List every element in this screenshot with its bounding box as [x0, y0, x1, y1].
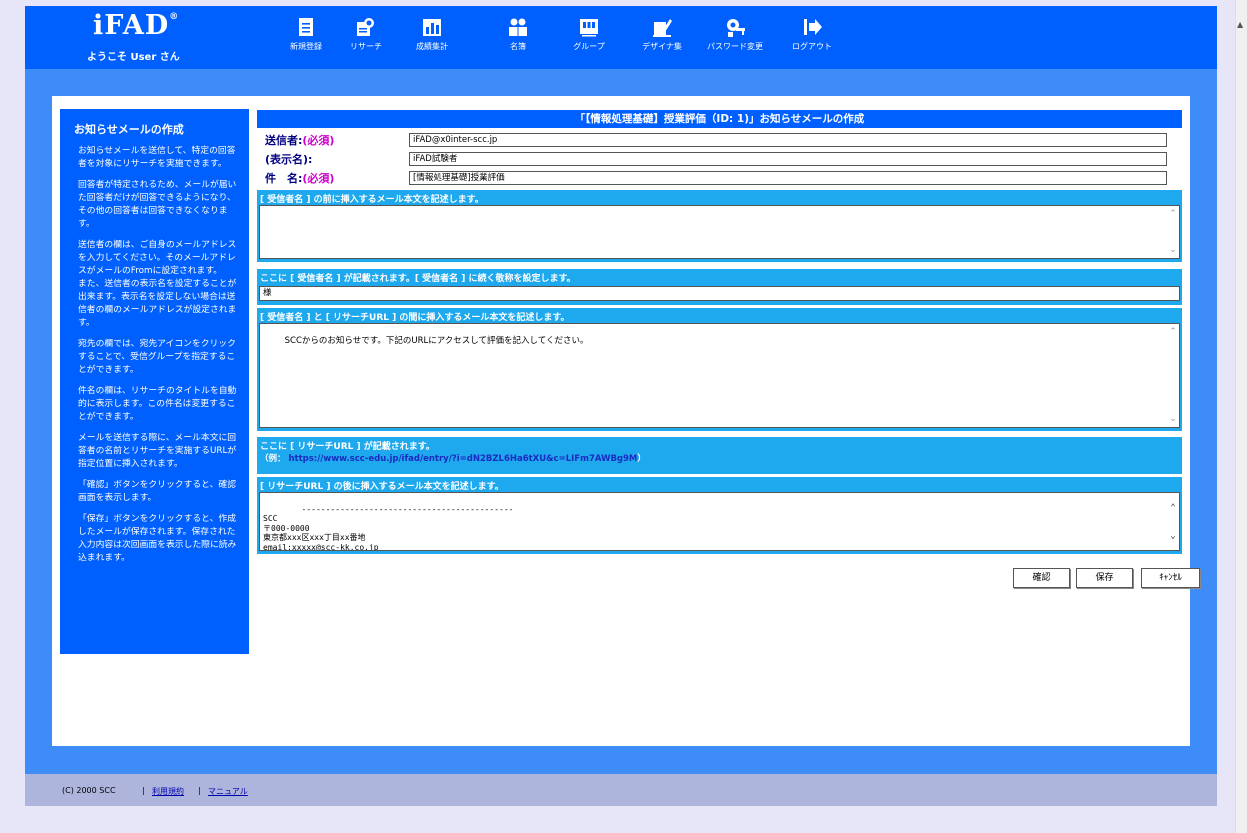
textarea-scrollbar[interactable]: ⌃ ⌄ [1168, 207, 1178, 257]
subject-label-text: 件 名: [265, 172, 303, 185]
document-icon [299, 18, 313, 36]
body-between-section: [ 受信者名 ] と [ リサーチURL ] の間に挿入するメール本文を記述しま… [257, 308, 1182, 431]
textarea-value: ----------------------------------------… [263, 504, 514, 551]
help-paragraph: お知らせメールを送信して、特定の回答者を対象にリサーチを実施できます。 [78, 146, 236, 169]
nav-logout[interactable]: ログアウト [777, 16, 847, 52]
section-header: ここに [ リサーチURL ] が記載されます。 [260, 442, 435, 452]
nav-change-password[interactable]: パスワード変更 [700, 16, 770, 52]
footer-separator: | [142, 786, 145, 795]
cancel-button[interactable]: ｷｬﾝｾﾙ [1141, 568, 1200, 588]
logout-icon [804, 19, 822, 35]
body-after-url-section: [ リサーチURL ] の後に挿入するメール本文を記述します。 --------… [257, 477, 1182, 554]
help-title: お知らせメールの作成 [74, 123, 184, 136]
logo-text: iFAD [93, 10, 170, 41]
scroll-up-icon[interactable]: ⌃ [1168, 209, 1178, 219]
textarea-scrollbar[interactable]: ⌃ ⌄ [1168, 325, 1178, 426]
nav-label: デザイナ集 [642, 42, 682, 51]
manual-link-text[interactable]: マニュアル [208, 787, 248, 796]
subject-input[interactable]: [情報処理基礎]授業評価 [409, 171, 1167, 185]
subject-label: 件 名:(必須) [265, 170, 334, 186]
body-before-name-section: [ 受信者名 ] の前に挿入するメール本文を記述します。 ⌃ ⌄ [257, 190, 1182, 262]
nav-grades[interactable]: 成績集計 [397, 16, 467, 52]
help-paragraph: 「保存」ボタンをクリックすると、作成したメールが保存されます。保存された入力内容… [78, 514, 237, 563]
scroll-up-icon[interactable]: ⌃ [1168, 327, 1178, 337]
textarea-value: SCCからのお知らせです。下記のURLにアクセスして評価を記入してください。 [284, 336, 589, 346]
app-frame: iFAD® ようこそ User さん 新規登録 リサーチ 成績集計 名簿 グルー… [25, 6, 1217, 806]
display-name-label: (表示名): [265, 153, 313, 166]
body-before-name-textarea[interactable]: ⌃ ⌄ [259, 205, 1180, 259]
copyright-text: (C) 2000 SCC [62, 786, 116, 795]
required-mark: (必須) [302, 172, 335, 185]
welcome-text: ようこそ User さん [87, 52, 180, 63]
group-icon [580, 19, 598, 37]
confirm-button[interactable]: 確認 [1013, 568, 1070, 588]
honorific-input[interactable]: 様 [259, 286, 1180, 301]
sender-row: 送信者:(必須) iFAD@x0inter-scc.jp [257, 132, 1182, 147]
url-example-suffix: ） [637, 454, 646, 464]
help-paragraph: 送信者の欄は、ご自身のメールアドレスを入力してください。そのメールアドレスがメー… [78, 240, 237, 328]
manual-link[interactable]: マニュアル [208, 786, 248, 797]
form-title: 「【情報処理基礎】授業評価（ID: 1)」お知らせメールの作成 [257, 110, 1182, 128]
nav-label: グループ [573, 42, 605, 51]
body-between-textarea[interactable]: SCCからのお知らせです。下記のURLにアクセスして評価を記入してください。 ⌃… [259, 323, 1180, 428]
body-after-url-textarea[interactable]: ----------------------------------------… [259, 492, 1180, 551]
url-example-link: https://www.scc-edu.jp/ifad/entry/?i=dN2… [288, 454, 638, 464]
nav-label: 成績集計 [416, 42, 448, 51]
grades-icon [423, 19, 441, 36]
scroll-down-icon[interactable]: ⌄ [1168, 245, 1178, 255]
footer-bar: (C) 2000 SCC | 利用規約 | マニュアル [25, 774, 1217, 806]
required-mark: (必須) [302, 134, 335, 147]
footer-separator: | [198, 786, 201, 795]
sender-label-text: 送信者: [265, 134, 303, 147]
terms-link-text[interactable]: 利用規約 [152, 787, 184, 796]
help-paragraph: 回答者が特定されるため、メールが届いた回答者だけが回答できるようになり、その他の… [78, 180, 237, 229]
help-paragraph: 「確認」ボタンをクリックすると、確認画面を表示します。 [78, 480, 236, 503]
textarea-scrollbar[interactable]: ⌃ ⌄ [1168, 494, 1178, 549]
header-bar: iFAD® ようこそ User さん 新規登録 リサーチ 成績集計 名簿 グルー… [25, 6, 1217, 69]
registered-mark: ® [169, 12, 180, 22]
honorific-section: ここに [ 受信者名 ] が記載されます。[ 受信者名 ] に続く敬称を設定しま… [257, 269, 1182, 305]
research-icon [357, 18, 374, 36]
section-header: ここに [ 受信者名 ] が記載されます。[ 受信者名 ] に続く敬称を設定しま… [260, 274, 576, 284]
nav-research[interactable]: リサーチ [331, 16, 401, 52]
subject-row: 件 名:(必須) [情報処理基礎]授業評価 [257, 170, 1182, 185]
url-example: （例： https://www.scc-edu.jp/ifad/entry/?i… [257, 452, 1182, 464]
section-header: [ 受信者名 ] と [ リサーチURL ] の間に挿入するメール本文を記述しま… [260, 313, 570, 323]
nav-label: 名簿 [510, 42, 526, 51]
scroll-up-icon[interactable]: ▲ [1237, 20, 1243, 29]
section-header: [ リサーチURL ] の後に挿入するメール本文を記述します。 [260, 482, 504, 492]
research-url-section: ここに [ リサーチURL ] が記載されます。 （例： https://www… [257, 437, 1182, 474]
url-example-prefix: （例： [260, 454, 286, 464]
scroll-down-icon[interactable]: ⌄ [1168, 414, 1178, 424]
nav-group[interactable]: グループ [554, 16, 624, 52]
nav-designer[interactable]: デザイナ集 [627, 16, 697, 52]
nav-label: パスワード変更 [707, 42, 763, 51]
help-paragraph: メールを送信する際に、メール本文に回答者の名前とリサーチを実施するURLが指定位… [78, 433, 237, 469]
main-content: お知らせメールの作成 お知らせメールを送信して、特定の回答者を対象にリサーチを実… [52, 96, 1200, 746]
help-paragraph: 件名の欄は、リサーチのタイトルを自動的に表示します。この件名は変更することができ… [78, 386, 237, 422]
scroll-up-icon[interactable]: ⌃ [1168, 503, 1178, 514]
help-panel: お知らせメールの作成 お知らせメールを送信して、特定の回答者を対象にリサーチを実… [60, 109, 249, 654]
nav-roster[interactable]: 名簿 [483, 16, 553, 52]
nav-label: リサーチ [350, 42, 382, 51]
designer-icon [653, 19, 672, 37]
help-paragraph: 宛先の欄では、宛先アイコンをクリックすることで、受信グループを指定することができ… [78, 339, 236, 375]
display-name-row: (表示名): iFAD試験者 [257, 151, 1182, 166]
sender-label: 送信者:(必須) [265, 132, 334, 148]
roster-icon [509, 18, 527, 36]
save-button[interactable]: 保存 [1076, 568, 1133, 588]
scroll-down-icon[interactable]: ⌄ [1168, 531, 1178, 542]
nav-label: ログアウト [792, 42, 832, 51]
section-header: [ 受信者名 ] の前に挿入するメール本文を記述します。 [260, 195, 484, 205]
window-scrollbar[interactable]: ▲ [1235, 0, 1247, 833]
display-name-input[interactable]: iFAD試験者 [409, 152, 1167, 166]
key-icon [727, 19, 745, 37]
sender-input[interactable]: iFAD@x0inter-scc.jp [409, 133, 1167, 147]
terms-link[interactable]: 利用規約 [152, 786, 184, 797]
ifad-logo[interactable]: iFAD® [93, 10, 179, 41]
